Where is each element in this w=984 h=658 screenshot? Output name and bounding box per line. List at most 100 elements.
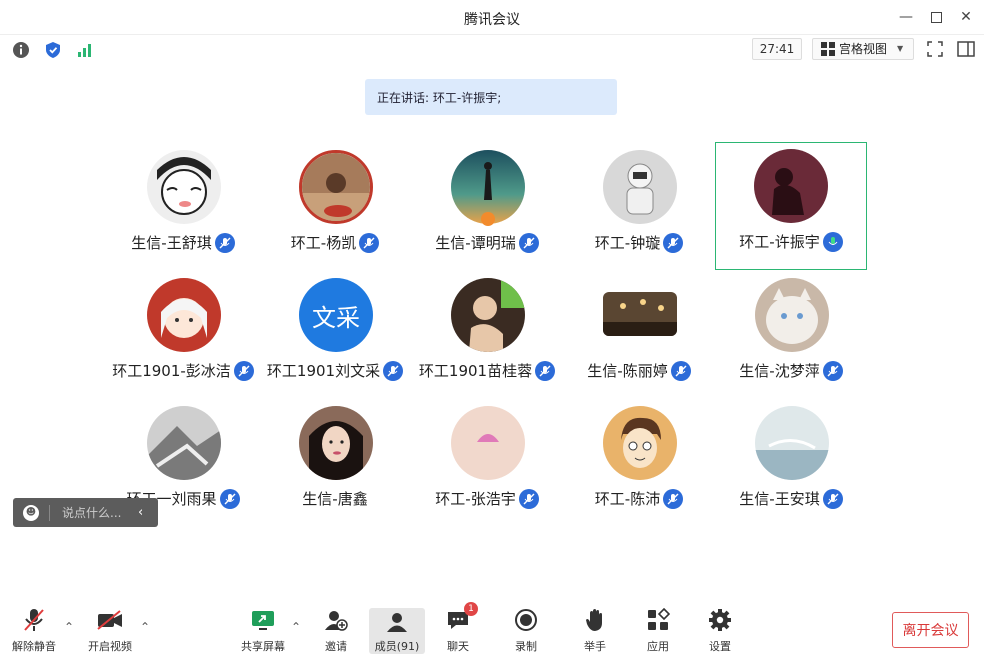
- settings-label: 设置: [709, 640, 731, 653]
- avatar: [755, 406, 829, 480]
- info-icon: [13, 42, 29, 58]
- side-panel-button[interactable]: [957, 40, 975, 58]
- mic-muted-icon: [663, 232, 684, 253]
- fullscreen-icon: [927, 41, 943, 57]
- view-layout-label: 宫格视图: [839, 42, 888, 56]
- leave-meeting-button[interactable]: 离开会议: [892, 612, 969, 648]
- side-panel-icon: [957, 41, 975, 57]
- chat-input[interactable]: 说点什么...: [62, 504, 130, 521]
- avatar: [603, 150, 677, 224]
- avatar: [755, 278, 829, 352]
- avatar: [451, 406, 525, 480]
- participant-tile[interactable]: 生信-王安琪: [715, 398, 867, 526]
- window-title: 腾讯会议: [464, 12, 520, 28]
- record-button[interactable]: 录制: [498, 606, 554, 656]
- share-screen-icon: [252, 611, 274, 630]
- shield-icon: [46, 42, 60, 58]
- signal-bars-icon: [78, 44, 91, 57]
- record-label: 录制: [515, 640, 537, 653]
- avatar: [147, 150, 221, 224]
- participant-name: 环工-许振宇: [739, 233, 820, 251]
- share-options-chevron-up-icon[interactable]: ⌃: [291, 620, 301, 634]
- chevron-left-icon[interactable]: ‹: [138, 505, 143, 520]
- participant-name: 环工1901苗桂蓉: [418, 362, 533, 380]
- invite-label: 邀请: [325, 640, 347, 653]
- video-off-icon: [97, 610, 122, 630]
- avatar-initials: 文采: [312, 303, 360, 332]
- participant-name: 环工1901-彭冰洁: [112, 362, 231, 380]
- mic-muted-icon: [663, 488, 684, 509]
- emoji-icon[interactable]: ☻: [23, 504, 39, 521]
- participant-name: 环工-杨凯: [290, 234, 357, 252]
- participant-name: 生信-谭明瑞: [435, 234, 516, 252]
- grid-view-icon: [821, 42, 835, 56]
- avatar: [147, 278, 221, 352]
- view-layout-select[interactable]: 宫格视图 ▼: [812, 38, 914, 60]
- unmute-label: 解除静音: [12, 640, 56, 653]
- network-status-button[interactable]: [76, 41, 94, 59]
- participant-name: 环工-陈沛: [594, 490, 661, 508]
- apps-icon: [648, 608, 670, 630]
- mic-off-icon: [24, 609, 44, 631]
- participant-name: 环工1901刘文采: [266, 362, 381, 380]
- share-screen-button[interactable]: 共享屏幕: [235, 606, 291, 656]
- start-video-label: 开启视频: [88, 640, 132, 653]
- close-button[interactable]: ✕: [953, 6, 979, 28]
- unmute-button[interactable]: 解除静音: [6, 606, 62, 656]
- mic-muted-icon: [822, 360, 843, 381]
- participant-name: 生信-陈丽婷: [587, 362, 668, 380]
- start-video-button[interactable]: 开启视频: [82, 606, 138, 656]
- security-button[interactable]: [44, 41, 62, 59]
- members-label: 成员(91): [374, 640, 420, 653]
- apps-label: 应用: [647, 640, 669, 653]
- raise-hand-label: 举手: [584, 640, 606, 653]
- chatbox-divider: [49, 504, 50, 521]
- mic-muted-icon: [359, 232, 380, 253]
- participant-tile[interactable]: 生信-沈梦萍: [715, 270, 867, 398]
- bottom-control-bar: 解除静音 ⌃ 开启视频 ⌃ 共享屏幕 ⌃ 邀请 成员(91) 1 聊天 录制 举…: [0, 598, 984, 658]
- record-icon: [515, 609, 537, 631]
- participant-name: 环工-张浩宇: [435, 490, 516, 508]
- avatar: [299, 150, 373, 224]
- maximize-button[interactable]: [923, 6, 949, 28]
- participant-name: 生信-王舒琪: [131, 234, 212, 252]
- speaking-banner: 正在讲话: 环工-许振宇;: [365, 79, 617, 115]
- title-bar: 腾讯会议 — ✕: [0, 0, 984, 34]
- add-user-icon: [325, 611, 348, 631]
- avatar: [451, 278, 525, 352]
- unread-badge: 1: [464, 602, 478, 616]
- audio-options-chevron-up-icon[interactable]: ⌃: [64, 620, 74, 634]
- meeting-timer: 27:41: [752, 38, 802, 60]
- participant-name: 环工-钟璇: [594, 234, 661, 252]
- members-icon: [387, 613, 407, 632]
- mic-speaking-icon: [822, 231, 843, 252]
- avatar: [299, 406, 373, 480]
- participant-name: 生信-沈梦萍: [739, 362, 820, 380]
- avatar: [147, 406, 221, 480]
- participant-tile-active-speaker[interactable]: 环工-许振宇: [715, 142, 867, 270]
- maximize-icon: [930, 11, 942, 23]
- mic-muted-icon: [822, 488, 843, 509]
- avatar: [754, 149, 828, 223]
- share-screen-label: 共享屏幕: [241, 640, 285, 653]
- chat-label: 聊天: [447, 640, 469, 653]
- info-button[interactable]: [12, 41, 30, 59]
- avatar: 文采: [299, 278, 373, 352]
- avatar: [603, 292, 677, 336]
- raise-hand-button[interactable]: 举手: [567, 606, 623, 656]
- minimize-button[interactable]: —: [893, 6, 919, 28]
- chat-button[interactable]: 1 聊天: [430, 602, 486, 656]
- participant-name: 生信-王安琪: [739, 490, 820, 508]
- participant-name: 生信-唐鑫: [302, 490, 368, 508]
- invite-button[interactable]: 邀请: [308, 606, 364, 656]
- gear-icon: [709, 609, 731, 631]
- settings-button[interactable]: 设置: [692, 606, 748, 656]
- video-options-chevron-up-icon[interactable]: ⌃: [140, 620, 150, 634]
- quick-chat-box[interactable]: ☻ 说点什么... ‹: [13, 498, 158, 527]
- raise-hand-icon: [586, 609, 602, 631]
- fullscreen-button[interactable]: [926, 40, 944, 58]
- apps-button[interactable]: 应用: [630, 606, 686, 656]
- chevron-down-icon: ▼: [897, 44, 904, 53]
- host-badge: [481, 212, 495, 226]
- members-button[interactable]: 成员(91): [369, 608, 425, 654]
